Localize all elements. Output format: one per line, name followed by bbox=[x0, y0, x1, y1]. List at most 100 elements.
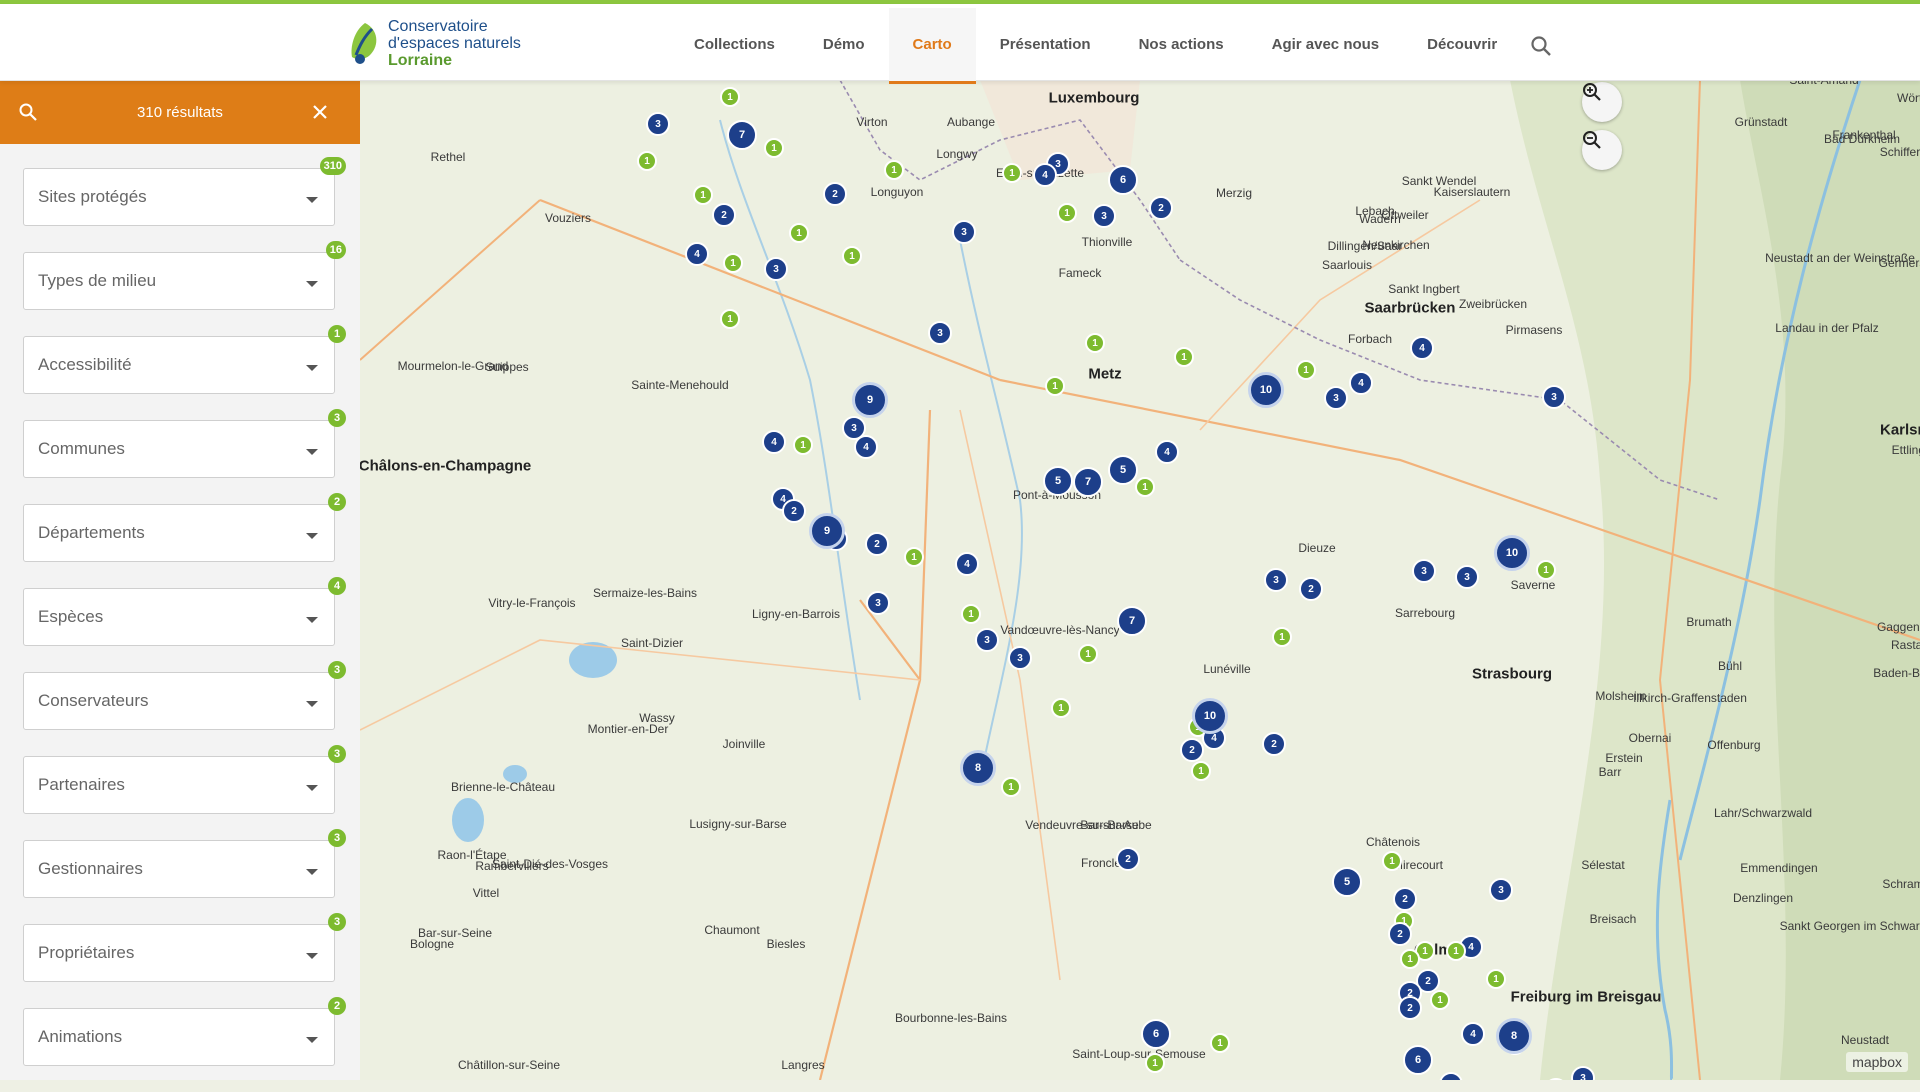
cluster-marker[interactable]: 7 bbox=[1117, 606, 1147, 636]
cluster-marker[interactable]: 2 bbox=[1262, 732, 1286, 756]
map-canvas[interactable]: Luxembourg Metz Saarbrücken Strasbourg Colma… bbox=[360, 80, 1920, 1080]
close-icon[interactable] bbox=[310, 102, 330, 122]
cluster-marker[interactable]: 3 bbox=[1008, 646, 1032, 670]
filter-animations[interactable]: Animations 2 bbox=[23, 997, 346, 1066]
cluster-marker[interactable]: 3 bbox=[1324, 386, 1348, 410]
nav-item-decouvrir[interactable]: Découvrir bbox=[1403, 8, 1521, 84]
cluster-marker[interactable]: 3 bbox=[1489, 878, 1513, 902]
site-marker[interactable]: 1 bbox=[1430, 990, 1450, 1010]
cluster-marker[interactable]: 3 bbox=[928, 321, 952, 345]
site-marker[interactable]: 1 bbox=[1296, 360, 1316, 380]
cluster-marker[interactable]: 5 bbox=[1332, 867, 1362, 897]
site-marker[interactable]: 1 bbox=[1210, 1033, 1230, 1053]
cluster-marker[interactable]: 10 bbox=[1248, 372, 1284, 408]
cluster-marker[interactable]: 2 bbox=[865, 532, 889, 556]
cluster-marker[interactable]: 2 bbox=[1116, 847, 1140, 871]
nav-item-collections[interactable]: Collections bbox=[670, 8, 799, 84]
site-marker[interactable]: 1 bbox=[1536, 560, 1556, 580]
site-marker[interactable]: 1 bbox=[1001, 777, 1021, 797]
cluster-marker[interactable]: 2 bbox=[1299, 577, 1323, 601]
filter-types-de-milieu[interactable]: Types de milieu 16 bbox=[23, 241, 346, 310]
filter-conservateurs[interactable]: Conservateurs 3 bbox=[23, 661, 346, 730]
cluster-marker[interactable]: 9 bbox=[809, 513, 845, 549]
site-marker[interactable]: 1 bbox=[1382, 851, 1402, 871]
cluster-marker[interactable]: 3 bbox=[1455, 565, 1479, 589]
site-marker[interactable]: 1 bbox=[1272, 627, 1292, 647]
cluster-marker[interactable]: 3 bbox=[1542, 385, 1566, 409]
site-marker[interactable]: 1 bbox=[1002, 163, 1022, 183]
cluster-marker[interactable]: 4 bbox=[955, 552, 979, 576]
cluster-marker[interactable]: 8 bbox=[1496, 1018, 1532, 1054]
cluster-marker[interactable]: 6 bbox=[1141, 1019, 1171, 1049]
zoom-in-button[interactable] bbox=[1582, 82, 1622, 122]
cluster-marker[interactable]: 4 bbox=[1155, 440, 1179, 464]
cluster-marker[interactable]: 2 bbox=[823, 182, 847, 206]
cluster-marker[interactable]: 4 bbox=[762, 430, 786, 454]
nav-item-presentation[interactable]: Présentation bbox=[976, 8, 1115, 84]
site-marker[interactable]: 1 bbox=[723, 253, 743, 273]
cluster-marker[interactable]: 4 bbox=[685, 242, 709, 266]
site-marker[interactable]: 1 bbox=[842, 246, 862, 266]
cluster-marker[interactable]: 10 bbox=[1494, 535, 1530, 571]
site-marker[interactable]: 1 bbox=[1446, 941, 1466, 961]
cluster-marker[interactable]: 2 bbox=[1180, 738, 1204, 762]
site-marker[interactable]: 1 bbox=[793, 435, 813, 455]
filter-gestionnaires[interactable]: Gestionnaires 3 bbox=[23, 829, 346, 898]
site-marker[interactable]: 1 bbox=[1174, 347, 1194, 367]
cluster-marker[interactable]: 3 bbox=[975, 628, 999, 652]
filter-accessibilite[interactable]: Accessibilité 1 bbox=[23, 325, 346, 394]
site-marker[interactable]: 1 bbox=[1145, 1053, 1165, 1073]
site-marker[interactable]: 1 bbox=[1057, 203, 1077, 223]
nav-item-nos-actions[interactable]: Nos actions bbox=[1115, 8, 1248, 84]
site-marker[interactable]: 1 bbox=[789, 223, 809, 243]
site-marker[interactable]: 1 bbox=[693, 185, 713, 205]
site-marker[interactable]: 1 bbox=[1078, 644, 1098, 664]
cluster-marker[interactable]: 2 bbox=[1388, 922, 1412, 946]
site-marker[interactable]: 1 bbox=[1486, 969, 1506, 989]
cluster-marker[interactable]: 4 bbox=[1461, 1022, 1485, 1046]
nav-item-agir-avec-nous[interactable]: Agir avec nous bbox=[1248, 8, 1404, 84]
cluster-marker[interactable]: 4 bbox=[1410, 336, 1434, 360]
cluster-marker[interactable]: 5 bbox=[1043, 466, 1073, 496]
cluster-marker[interactable]: 3 bbox=[1412, 559, 1436, 583]
site-marker[interactable]: 1 bbox=[1045, 376, 1065, 396]
cluster-marker[interactable]: 4 bbox=[1033, 163, 1057, 187]
nav-item-demo[interactable]: Démo bbox=[799, 8, 889, 84]
cluster-marker[interactable]: 10 bbox=[1192, 698, 1228, 734]
filter-partenaires[interactable]: Partenaires 3 bbox=[23, 745, 346, 814]
cluster-marker[interactable]: 3 bbox=[1264, 568, 1288, 592]
site-marker[interactable]: 1 bbox=[637, 151, 657, 171]
cluster-marker[interactable]: 7 bbox=[727, 120, 757, 150]
cluster-marker[interactable]: 2 bbox=[1398, 996, 1422, 1020]
filter-communes[interactable]: Communes 3 bbox=[23, 409, 346, 478]
cluster-marker[interactable]: 3 bbox=[1092, 204, 1116, 228]
site-marker[interactable]: 1 bbox=[961, 604, 981, 624]
cluster-marker[interactable]: 3 bbox=[952, 220, 976, 244]
cluster-marker[interactable]: 7 bbox=[1073, 467, 1103, 497]
cluster-marker[interactable]: 4 bbox=[1349, 371, 1373, 395]
site-marker[interactable]: 1 bbox=[764, 138, 784, 158]
site-marker[interactable]: 1 bbox=[884, 160, 904, 180]
cluster-marker[interactable]: 2 bbox=[782, 499, 806, 523]
cluster-marker[interactable]: 3 bbox=[646, 112, 670, 136]
cluster-marker[interactable]: 6 bbox=[1403, 1045, 1433, 1075]
site-marker[interactable]: 1 bbox=[1400, 949, 1420, 969]
site-marker[interactable]: 1 bbox=[904, 547, 924, 567]
site-marker[interactable]: 1 bbox=[720, 87, 740, 107]
site-marker[interactable]: 1 bbox=[1085, 333, 1105, 353]
zoom-out-button[interactable] bbox=[1582, 130, 1622, 170]
cluster-marker[interactable]: 3 bbox=[866, 591, 890, 615]
filter-especes[interactable]: Espèces 4 bbox=[23, 577, 346, 646]
filter-departements[interactable]: Départements 2 bbox=[23, 493, 346, 562]
cluster-marker[interactable]: 2 bbox=[712, 203, 736, 227]
cluster-marker[interactable]: 5 bbox=[1108, 455, 1138, 485]
filter-sites-proteges[interactable]: Sites protégés 310 bbox=[23, 157, 346, 226]
site-marker[interactable]: 1 bbox=[1191, 761, 1211, 781]
cluster-marker[interactable]: 2 bbox=[1149, 196, 1173, 220]
cluster-marker[interactable]: 8 bbox=[960, 750, 996, 786]
cluster-marker[interactable]: 9 bbox=[852, 382, 888, 418]
site-logo[interactable]: Conservatoire d'espaces naturels Lorrain… bbox=[348, 14, 521, 72]
site-marker[interactable]: 1 bbox=[1135, 477, 1155, 497]
cluster-marker[interactable]: 6 bbox=[1108, 165, 1138, 195]
cluster-marker[interactable]: 2 bbox=[1393, 887, 1417, 911]
